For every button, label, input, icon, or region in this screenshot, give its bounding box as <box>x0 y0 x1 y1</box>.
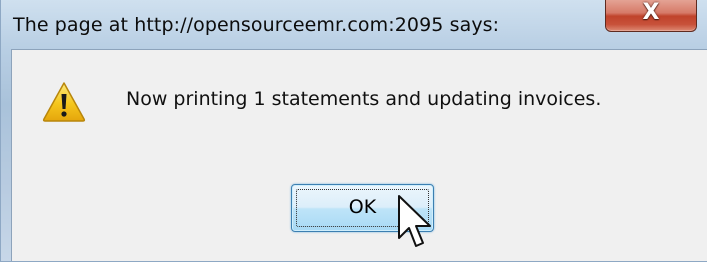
ok-button[interactable]: OK <box>291 184 434 232</box>
dialog-body: Now printing 1 statements and updating i… <box>11 49 707 261</box>
dialog-title: The page at http://opensourceemr.com:209… <box>13 14 500 36</box>
warning-icon <box>42 82 86 122</box>
close-icon: X <box>642 0 660 25</box>
ok-button-label: OK <box>348 196 377 218</box>
dialog-message: Now printing 1 statements and updating i… <box>126 88 602 110</box>
close-button[interactable]: X <box>605 0 697 32</box>
alert-dialog: The page at http://opensourceemr.com:209… <box>0 0 707 262</box>
title-bar[interactable]: The page at http://opensourceemr.com:209… <box>1 0 707 48</box>
